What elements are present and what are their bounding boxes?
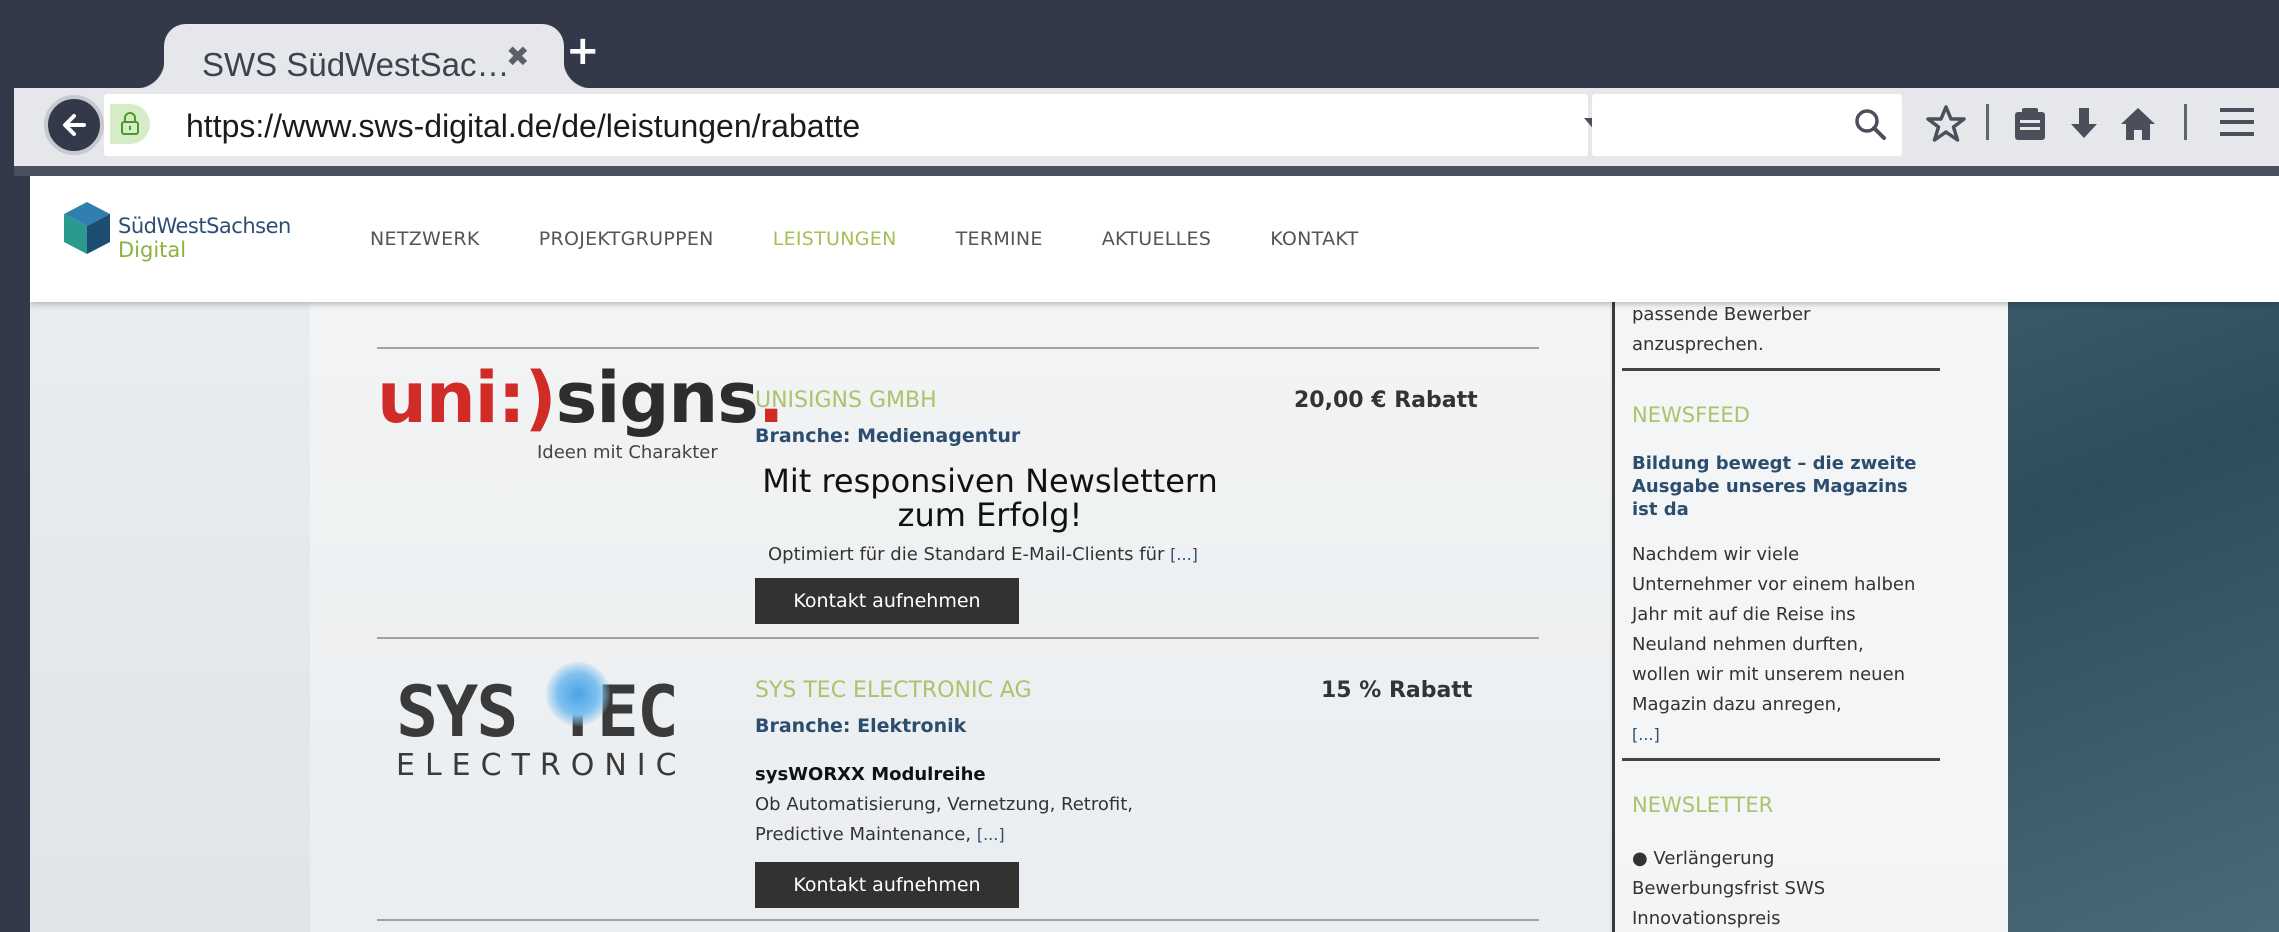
tab-bar: SWS SüdWestSac… ✖ + — [14, 8, 2279, 90]
systec-logo-sub: ELECTRONIC — [396, 748, 687, 783]
sidebar-intro-line2: anzusprechen. — [1632, 334, 1764, 355]
listing-headline: sysWORXX Modulreihe — [755, 764, 986, 785]
listing-teaser-line2: Predictive Maintenance, [...] — [755, 820, 1005, 850]
toolbar-separator — [2184, 104, 2187, 140]
sidebar-intro-line1: passende Bewerber — [1632, 304, 1811, 325]
tab-close-icon[interactable]: ✖ — [506, 40, 529, 73]
menu-icon[interactable] — [2218, 104, 2256, 140]
newsfeed-read-more[interactable]: [...] — [1632, 720, 1660, 750]
read-more-link[interactable]: [...] — [1170, 545, 1198, 564]
site-logo[interactable]: SüdWestSachsen Digital — [62, 200, 291, 262]
main-nav: NETZWERK PROJEKTGRUPPEN LEISTUNGEN TERMI… — [370, 228, 1418, 250]
systec-logo-dot — [546, 662, 610, 726]
company-name[interactable]: SYS TEC ELECTRONIC AG — [755, 678, 1032, 703]
sidebar-divider — [1622, 368, 1940, 371]
back-arrow-icon — [63, 114, 86, 136]
listing-divider — [377, 637, 1539, 639]
lock-icon[interactable] — [110, 104, 150, 144]
read-more-link[interactable]: [...] — [977, 825, 1005, 844]
company-name[interactable]: UNISIGNS GMBH — [755, 388, 937, 413]
nav-toolbar: https://www.sws-digital.de/de/leistungen… — [14, 88, 2279, 166]
star-icon[interactable] — [1926, 104, 1966, 144]
search-input[interactable] — [1592, 94, 1902, 156]
newsfeed-link[interactable]: Bildung bewegt – die zweite Ausgabe unse… — [1632, 452, 1932, 521]
company-branch: Branche: Elektronik — [755, 715, 967, 737]
newsfeed-heading: NEWSFEED — [1632, 403, 1750, 427]
listing-teaser: Optimiert für die Standard E-Mail-Client… — [768, 540, 1198, 570]
newsfeed-text-line: Jahr mit auf die Reise ins — [1632, 604, 1856, 625]
discount-value: 20,00 € Rabatt — [1294, 388, 1478, 413]
unisigns-logo-red: uni:) — [377, 357, 557, 439]
newsfeed-text-line: Neuland nehmen durften, — [1632, 634, 1864, 655]
search-icon[interactable] — [1852, 106, 1888, 142]
discount-value: 15 % Rabatt — [1321, 678, 1473, 703]
unisigns-logo-dark: signs — [555, 357, 759, 439]
toolbar-separator — [1986, 104, 1989, 140]
listing-divider — [377, 919, 1539, 921]
unisigns-tagline: Ideen mit Charakter — [537, 442, 718, 463]
newsletter-item[interactable]: Innovationspreis — [1632, 904, 1781, 932]
tab-title: SWS SüdWestSac… — [202, 46, 510, 83]
systec-logo-main: SYS TEC — [396, 671, 679, 753]
home-icon[interactable] — [2118, 104, 2158, 144]
company-branch: Branche: Medienagentur — [755, 425, 1021, 447]
contact-button[interactable]: Kontakt aufnehmen — [755, 862, 1019, 908]
listing-headline: Mit responsiven Newslettern zum Erfolg! — [762, 462, 1218, 534]
tab-active[interactable]: SWS SüdWestSac… ✖ — [136, 24, 592, 90]
nav-item-aktuelles[interactable]: AKTUELLES — [1102, 228, 1211, 250]
contact-button[interactable]: Kontakt aufnehmen — [755, 578, 1019, 624]
logo-text-line2: Digital — [118, 238, 187, 262]
listing-teaser-line1: Ob Automatisierung, Vernetzung, Retrofit… — [755, 794, 1133, 815]
newsfeed-text-line: wollen wir mit unserem neuen — [1632, 664, 1906, 685]
listing-teaser-text: Optimiert für die Standard E-Mail-Client… — [768, 544, 1165, 565]
browser-window: SWS SüdWestSac… ✖ + https://www.sws-digi… — [0, 0, 2279, 932]
newsfeed-text-line: Nachdem wir viele — [1632, 544, 1800, 565]
sidebar-divider — [1622, 758, 1940, 761]
newsfeed-text-line: Magazin dazu anregen, — [1632, 694, 1842, 715]
download-icon[interactable] — [2066, 104, 2102, 144]
newsfeed-text-line: Unternehmer vor einem halben — [1632, 574, 1916, 595]
logo-text-line1: SüdWestSachsen — [118, 214, 291, 238]
systec-logo: SYS TEC ELECTRONIC — [396, 662, 687, 783]
nav-item-kontakt[interactable]: KONTAKT — [1270, 228, 1358, 250]
nav-item-netzwerk[interactable]: NETZWERK — [370, 228, 480, 250]
site-header: SüdWestSachsen Digital NETZWERK PROJEKTG… — [30, 176, 2279, 302]
nav-item-termine[interactable]: TERMINE — [956, 228, 1043, 250]
new-tab-button[interactable]: + — [566, 28, 600, 74]
newsletter-item[interactable]: Bewerbungsfrist SWS — [1632, 874, 1825, 904]
listing-divider — [377, 347, 1539, 349]
listing-teaser-text: Predictive Maintenance, — [755, 824, 972, 845]
nav-item-leistungen[interactable]: LEISTUNGEN — [773, 228, 897, 250]
reading-list-icon[interactable] — [2012, 104, 2048, 144]
newsletter-item[interactable]: ● Verlängerung — [1632, 844, 1774, 874]
url-bar[interactable]: https://www.sws-digital.de/de/leistungen… — [104, 94, 1653, 156]
web-page: SüdWestSachsen Digital NETZWERK PROJEKTG… — [30, 176, 2279, 932]
newsletter-heading: NEWSLETTER — [1632, 793, 1774, 817]
nav-item-projektgruppen[interactable]: PROJEKTGRUPPEN — [539, 228, 714, 250]
unisigns-logo: uni:)signs. Ideen mit Charakter — [377, 357, 785, 463]
cube-logo-icon — [64, 202, 110, 254]
url-text[interactable]: https://www.sws-digital.de/de/leistungen… — [186, 108, 860, 145]
toolbar-border — [14, 166, 2279, 176]
back-button[interactable] — [44, 95, 104, 155]
